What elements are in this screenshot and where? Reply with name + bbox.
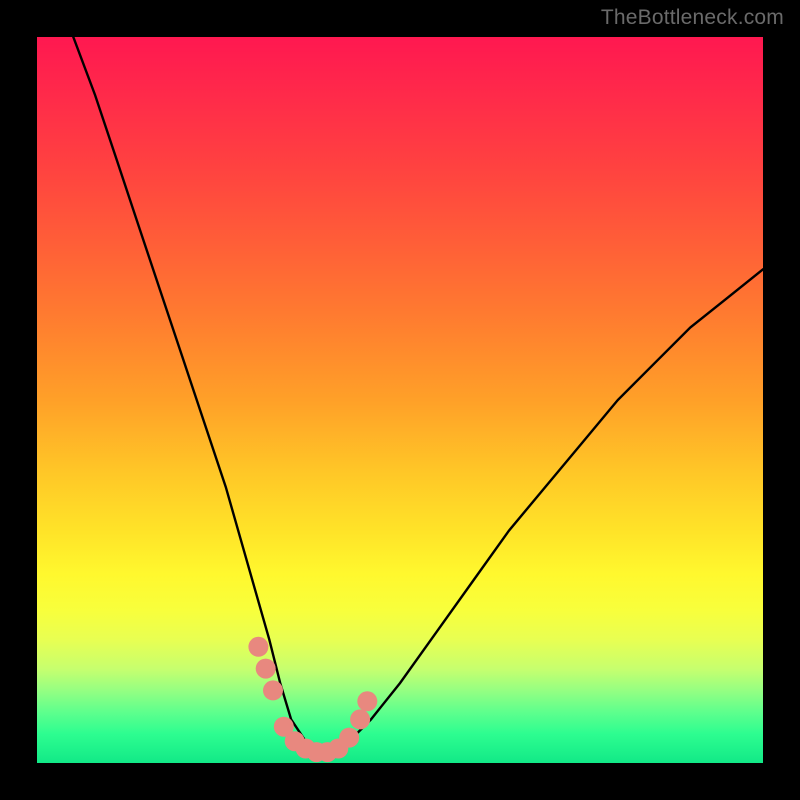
highlight-dot: [248, 637, 268, 657]
highlight-dot: [357, 691, 377, 711]
curve-layer: [37, 37, 763, 763]
highlight-dot: [350, 709, 370, 729]
highlight-dot: [263, 680, 283, 700]
highlight-dot: [256, 659, 276, 679]
bottleneck-curve: [73, 37, 763, 756]
watermark-text: TheBottleneck.com: [601, 6, 784, 30]
plot-area: [37, 37, 763, 763]
highlight-dots: [248, 637, 377, 762]
chart-frame: TheBottleneck.com: [0, 0, 800, 800]
highlight-dot: [339, 728, 359, 748]
